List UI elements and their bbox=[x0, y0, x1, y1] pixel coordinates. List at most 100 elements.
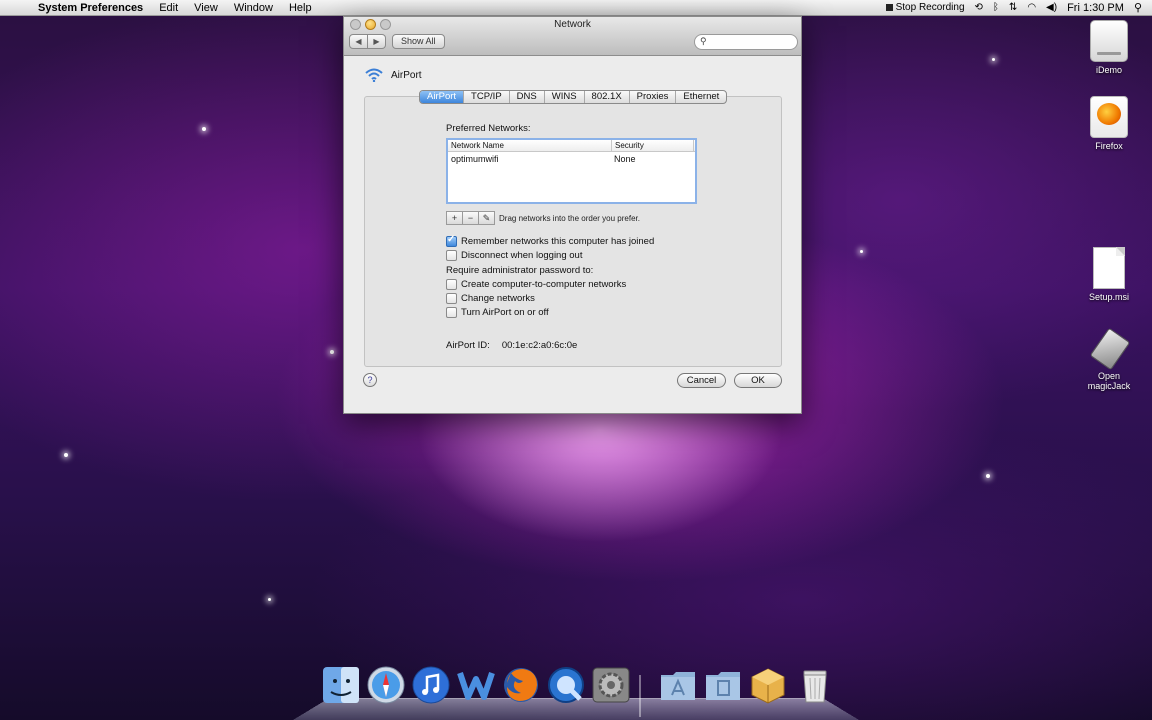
desktop-icon-firefox[interactable]: Firefox bbox=[1074, 96, 1144, 151]
cancel-button[interactable]: Cancel bbox=[677, 373, 726, 388]
desktop-icon-label: Setup.msi bbox=[1088, 292, 1130, 302]
airport-id-value: 00:1e:c2:a0:6c:0e bbox=[501, 340, 578, 351]
bluetooth-icon[interactable]: ᛒ bbox=[993, 2, 999, 13]
tab-dns[interactable]: DNS bbox=[508, 91, 544, 103]
edit-network-button[interactable]: ✎ bbox=[478, 211, 495, 225]
time-machine-icon[interactable]: ⟲ bbox=[975, 2, 983, 13]
airport-id: AirPort ID: 00:1e:c2:a0:6c:0e bbox=[446, 340, 577, 351]
require-admin-label: Require administrator password to: bbox=[446, 265, 594, 276]
column-security[interactable]: Security bbox=[612, 140, 694, 151]
table-header: Network Name Security bbox=[448, 140, 695, 152]
documents-folder-icon[interactable] bbox=[703, 665, 743, 705]
toggle-airport-option[interactable]: Turn AirPort on or off bbox=[446, 307, 549, 318]
tab-ethernet[interactable]: Ethernet bbox=[675, 91, 726, 103]
safari-icon[interactable] bbox=[366, 665, 406, 705]
menu-edit[interactable]: Edit bbox=[159, 2, 178, 14]
remember-networks-option[interactable]: Remember networks this computer has join… bbox=[446, 234, 655, 247]
airport-title: AirPort bbox=[391, 69, 422, 81]
preferred-networks-table[interactable]: Network Name Security optimumwifi None bbox=[446, 138, 697, 204]
preferred-networks-label: Preferred Networks: bbox=[446, 123, 531, 134]
search-field[interactable]: ⚲ bbox=[694, 34, 798, 50]
security-cell: None bbox=[614, 154, 636, 164]
disconnect-checkbox[interactable] bbox=[446, 250, 457, 261]
menu-app-name[interactable]: System Preferences bbox=[38, 2, 143, 14]
firefox-document-icon bbox=[1090, 96, 1128, 138]
settings-panel bbox=[364, 96, 782, 367]
add-network-button[interactable]: + bbox=[446, 211, 463, 225]
desktop-icon-label: Firefox bbox=[1095, 141, 1123, 151]
quicktime-icon[interactable] bbox=[546, 665, 586, 705]
dock-separator bbox=[639, 675, 641, 717]
tab-wins[interactable]: WINS bbox=[543, 91, 584, 103]
toggle-airport-checkbox[interactable] bbox=[446, 307, 457, 318]
star bbox=[992, 58, 995, 61]
back-button[interactable]: ◀ bbox=[349, 34, 368, 49]
sheet-content: AirPort AirPort TCP/IP DNS WINS 802.1X P… bbox=[344, 56, 801, 413]
document-icon bbox=[1093, 247, 1125, 289]
star bbox=[202, 127, 206, 131]
firefox-icon[interactable] bbox=[501, 665, 541, 705]
word-icon[interactable] bbox=[456, 665, 496, 705]
network-name-cell: optimumwifi bbox=[451, 154, 499, 164]
wifi-icon bbox=[364, 68, 384, 82]
star bbox=[64, 453, 68, 457]
nav-buttons: ◀ ▶ bbox=[349, 34, 386, 49]
tab-airport[interactable]: AirPort bbox=[420, 91, 464, 103]
menu-extras: Stop Recording ⟲ ᛒ ⇅ ◠ ◀) Fri 1:30 PM ⚲ bbox=[885, 0, 1142, 15]
applications-folder-icon[interactable] bbox=[658, 665, 698, 705]
stop-recording-button[interactable]: Stop Recording bbox=[885, 2, 965, 13]
toggle-airport-label: Turn AirPort on or off bbox=[461, 307, 549, 318]
stop-recording-label: Stop Recording bbox=[895, 2, 965, 13]
spotlight-icon[interactable]: ⚲ bbox=[1134, 1, 1142, 14]
clock[interactable]: Fri 1:30 PM bbox=[1067, 2, 1124, 14]
dock bbox=[293, 655, 859, 720]
column-network-name[interactable]: Network Name bbox=[448, 140, 612, 151]
menu-bar: System Preferences Edit View Window Help… bbox=[0, 0, 1152, 16]
desktop-icon-magicjack[interactable]: Open magicJack bbox=[1074, 327, 1144, 391]
remove-network-button[interactable]: − bbox=[462, 211, 479, 225]
trash-icon[interactable] bbox=[795, 665, 835, 705]
tab-tcpip[interactable]: TCP/IP bbox=[463, 91, 509, 103]
disconnect-option[interactable]: Disconnect when logging out bbox=[446, 250, 582, 261]
tab-8021x[interactable]: 802.1X bbox=[583, 91, 629, 103]
desktop-icon-idemo[interactable]: iDemo bbox=[1074, 20, 1144, 75]
title-bar[interactable]: Network ◀ ▶ Show All ⚲ bbox=[344, 17, 801, 56]
volume-icon[interactable]: ◀) bbox=[1046, 2, 1057, 13]
ok-button[interactable]: OK bbox=[734, 373, 782, 388]
finder-icon[interactable] bbox=[321, 665, 361, 705]
desktop-icon-setup[interactable]: Setup.msi bbox=[1074, 247, 1144, 302]
create-networks-option[interactable]: Create computer-to-computer networks bbox=[446, 279, 626, 290]
magicjack-icon bbox=[1089, 327, 1131, 371]
search-icon: ⚲ bbox=[700, 36, 707, 46]
star bbox=[330, 350, 334, 354]
table-row[interactable]: optimumwifi None bbox=[448, 152, 695, 166]
star bbox=[986, 474, 990, 478]
stop-icon bbox=[885, 4, 893, 11]
itunes-icon[interactable] bbox=[411, 665, 451, 705]
change-networks-option[interactable]: Change networks bbox=[446, 293, 535, 304]
sync-icon[interactable]: ⇅ bbox=[1009, 2, 1017, 13]
drag-hint: Drag networks into the order you prefer. bbox=[499, 213, 640, 223]
disk-icon bbox=[1090, 20, 1128, 62]
menu-view[interactable]: View bbox=[194, 2, 218, 14]
help-button[interactable]: ? bbox=[363, 373, 377, 387]
package-icon[interactable] bbox=[748, 665, 788, 705]
tab-proxies[interactable]: Proxies bbox=[628, 91, 676, 103]
change-networks-label: Change networks bbox=[461, 293, 535, 304]
menu-window[interactable]: Window bbox=[234, 2, 273, 14]
change-networks-checkbox[interactable] bbox=[446, 293, 457, 304]
create-networks-checkbox[interactable] bbox=[446, 279, 457, 290]
menu-help[interactable]: Help bbox=[289, 2, 312, 14]
airport-id-label: AirPort ID: bbox=[446, 340, 490, 351]
remember-networks-label: Remember networks this computer has join… bbox=[461, 236, 655, 247]
airport-header: AirPort bbox=[364, 68, 422, 82]
list-controls: + − ✎ Drag networks into the order you p… bbox=[446, 211, 640, 225]
desktop-icon-label: Open magicJack bbox=[1087, 371, 1131, 391]
wifi-menu-icon[interactable]: ◠ bbox=[1027, 2, 1036, 13]
forward-button[interactable]: ▶ bbox=[368, 34, 386, 49]
show-all-button[interactable]: Show All bbox=[392, 34, 445, 49]
remember-networks-checkbox[interactable] bbox=[446, 234, 457, 247]
desktop-icon-label: iDemo bbox=[1095, 65, 1122, 75]
system-preferences-icon[interactable] bbox=[591, 665, 631, 705]
disconnect-label: Disconnect when logging out bbox=[461, 250, 583, 261]
